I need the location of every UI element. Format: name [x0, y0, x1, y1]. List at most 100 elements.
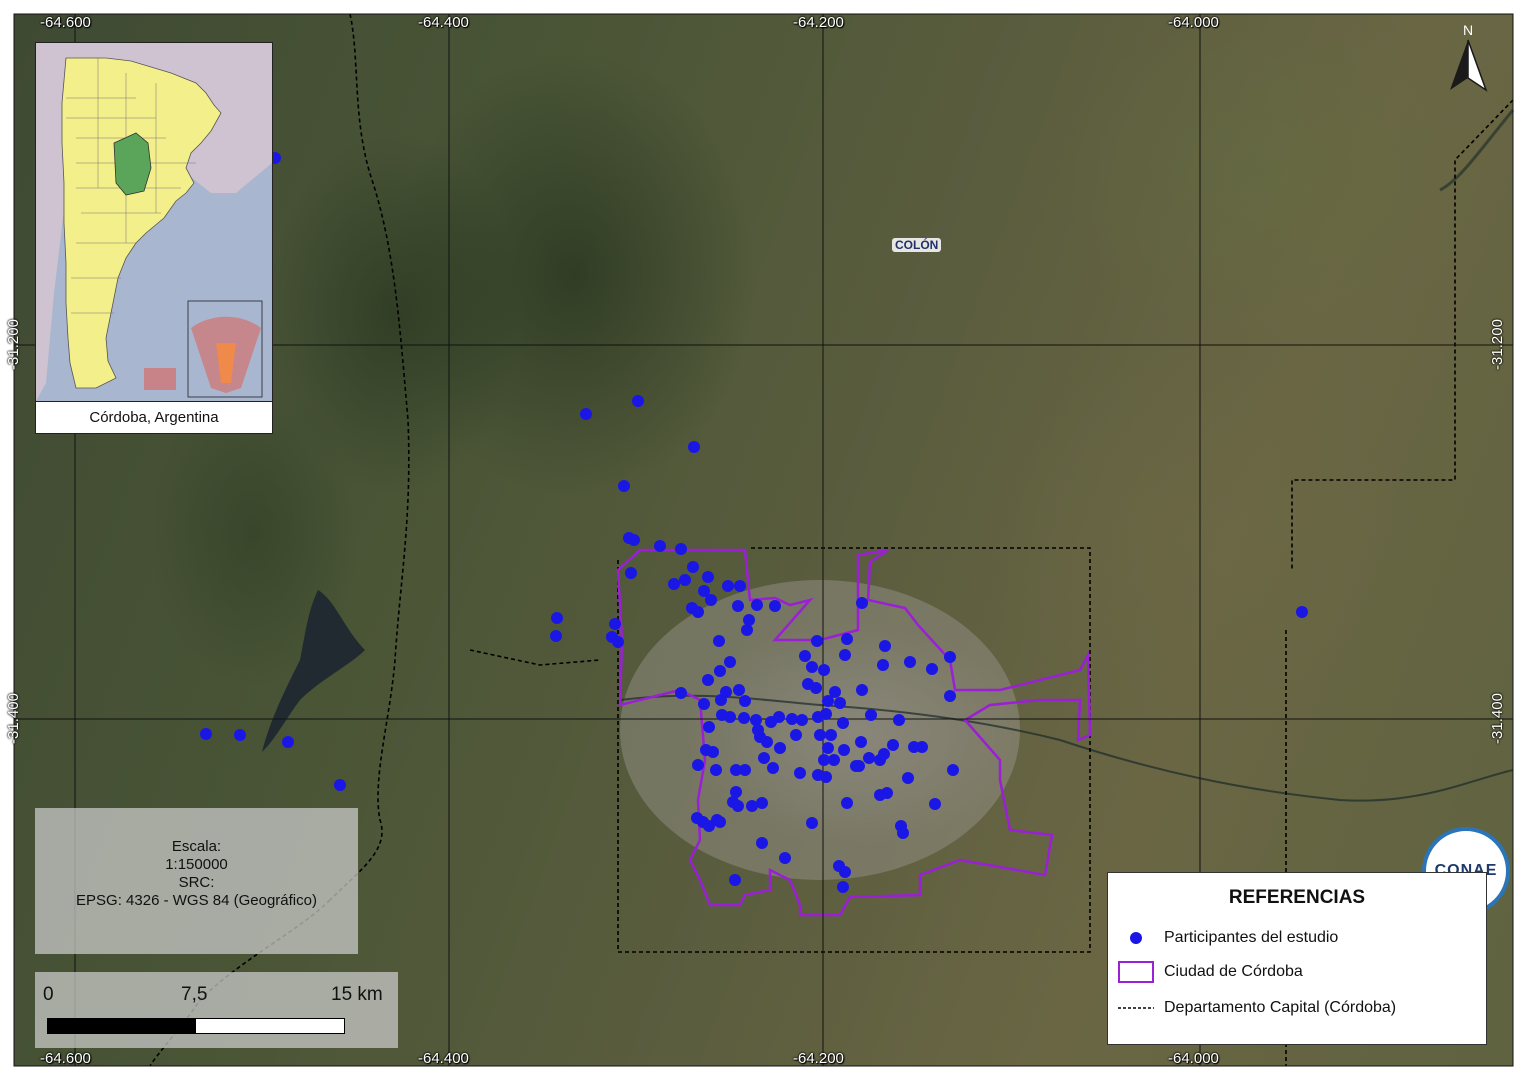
participant-point — [732, 800, 744, 812]
participant-point — [828, 754, 840, 766]
participant-point — [796, 714, 808, 726]
dept-boundary-west — [329, 13, 410, 901]
participant-point — [612, 636, 624, 648]
blue-dot-icon — [1130, 932, 1142, 944]
tick-left-1: -31.200 — [4, 319, 22, 370]
participant-point — [200, 728, 212, 740]
participant-point — [739, 764, 751, 776]
reservoir-lake — [262, 590, 365, 752]
participant-point — [756, 837, 768, 849]
scalebar-label-end: 15 km — [331, 984, 383, 1005]
participant-point — [687, 561, 699, 573]
participant-point — [551, 612, 563, 624]
participant-point — [713, 635, 725, 647]
participant-point — [916, 741, 928, 753]
participant-point — [618, 480, 630, 492]
participant-point — [853, 760, 865, 772]
legend: REFERENCIAS Participantes del estudio Ci… — [1107, 872, 1487, 1045]
legend-label-ciudad: Ciudad de Córdoba — [1164, 963, 1303, 980]
inset-map — [36, 43, 272, 401]
participant-point — [710, 764, 722, 776]
north-arrow: N — [1444, 22, 1492, 94]
tick-right-2: -31.400 — [1488, 693, 1506, 744]
participant-point — [811, 635, 823, 647]
participant-point — [698, 698, 710, 710]
participant-point — [282, 736, 294, 748]
legend-label-participants: Participantes del estudio — [1164, 929, 1339, 946]
map-frame: -64.600 -64.400 -64.200 -64.000 -64.600 … — [0, 0, 1527, 1080]
participant-point — [707, 746, 719, 758]
participant-point — [714, 816, 726, 828]
participant-point — [855, 736, 867, 748]
participant-point — [820, 708, 832, 720]
participant-point — [794, 767, 806, 779]
participant-point — [756, 797, 768, 809]
participant-point — [773, 711, 785, 723]
participant-point — [818, 664, 830, 676]
participant-point — [702, 674, 714, 686]
participant-point — [703, 721, 715, 733]
tick-bottom-2: -64.400 — [418, 1050, 469, 1067]
participant-point — [878, 748, 890, 760]
participant-point — [904, 656, 916, 668]
participant-point — [714, 665, 726, 677]
escala-label: Escala: — [171, 838, 222, 855]
scalebar-segment-black — [48, 1019, 196, 1033]
tick-top-3: -64.200 — [793, 14, 844, 31]
participant-point — [715, 694, 727, 706]
purple-rectangle-icon — [1118, 961, 1154, 983]
participant-point — [944, 651, 956, 663]
participant-point — [724, 711, 736, 723]
participant-point — [887, 739, 899, 751]
tick-top-4: -64.000 — [1168, 14, 1219, 31]
participant-point — [856, 597, 868, 609]
participant-point — [751, 599, 763, 611]
participant-point — [822, 742, 834, 754]
tick-top-2: -64.400 — [418, 14, 469, 31]
legend-title: REFERENCIAS — [1228, 887, 1366, 908]
participant-point — [944, 690, 956, 702]
tick-left-2: -31.400 — [4, 693, 22, 744]
participant-point — [750, 714, 762, 726]
participant-point — [837, 717, 849, 729]
dept-boundary-east — [1291, 99, 1514, 570]
participant-point — [675, 687, 687, 699]
scalebar-label-0: 0 — [43, 984, 54, 1005]
river-east-mountains — [1439, 109, 1515, 192]
participant-point — [865, 709, 877, 721]
participant-point — [758, 752, 770, 764]
tick-top-1: -64.600 — [40, 14, 91, 31]
participant-point — [837, 881, 849, 893]
participant-point — [334, 779, 346, 791]
participant-point — [679, 574, 691, 586]
escala-value: 1:150000 — [165, 856, 228, 873]
participant-point — [879, 640, 891, 652]
scale-info-panel: Escala: 1:150000 SRC: EPSG: 4326 - WGS 8… — [35, 808, 358, 954]
participant-point — [841, 633, 853, 645]
participant-point — [722, 580, 734, 592]
inset-map-panel: Córdoba, Argentina — [35, 42, 273, 434]
participant-point — [692, 759, 704, 771]
participant-point — [814, 729, 826, 741]
legend-label-departamento: Departamento Capital (Córdoba) — [1164, 999, 1397, 1016]
participant-point — [834, 697, 846, 709]
participant-point — [654, 540, 666, 552]
participant-point — [839, 866, 851, 878]
participant-point — [625, 567, 637, 579]
participant-point — [692, 606, 704, 618]
participant-point — [822, 695, 834, 707]
participant-point — [863, 752, 875, 764]
participant-point — [705, 594, 717, 606]
legend-item-departamento: Departamento Capital (Córdoba) — [1118, 999, 1396, 1017]
participant-point — [741, 624, 753, 636]
participant-point — [897, 827, 909, 839]
participant-point — [234, 729, 246, 741]
participant-point — [877, 659, 889, 671]
tick-bottom-3: -64.200 — [793, 1050, 844, 1067]
participant-point — [810, 682, 822, 694]
scalebar-label-mid: 7,5 — [181, 984, 208, 1005]
participant-point — [806, 817, 818, 829]
participant-point — [733, 684, 745, 696]
cordoba-province — [113, 132, 152, 196]
participant-point — [806, 661, 818, 673]
